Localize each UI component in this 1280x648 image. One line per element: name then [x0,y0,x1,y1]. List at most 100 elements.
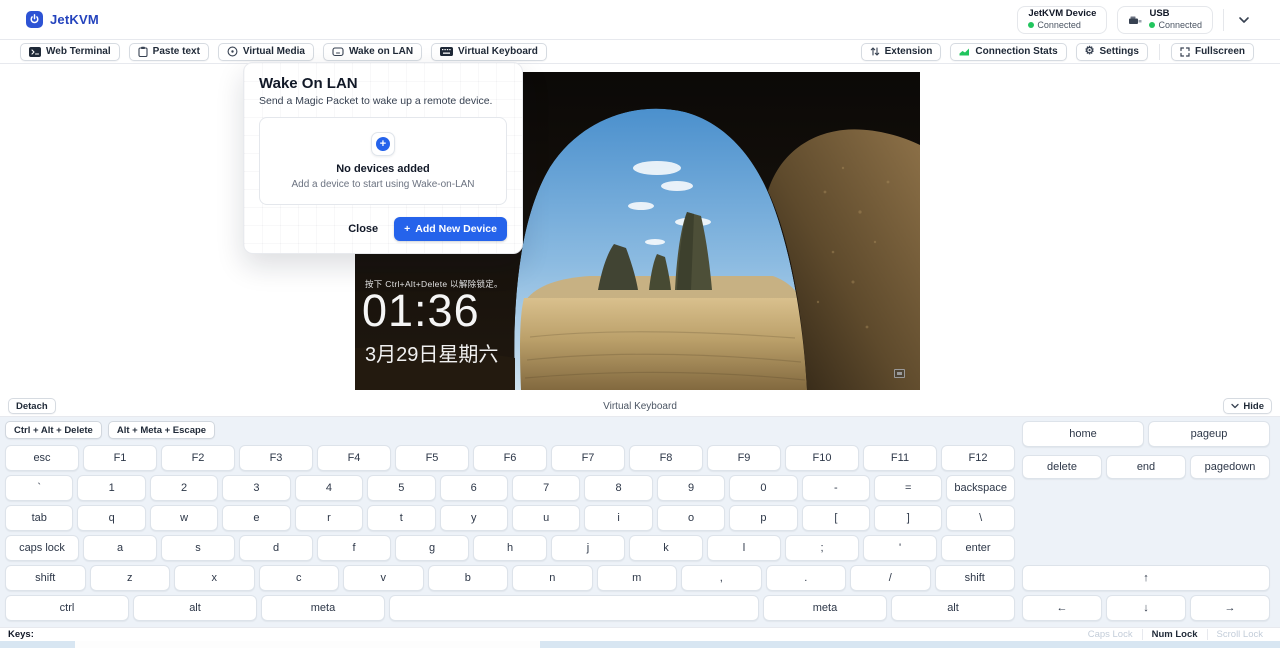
key-pageup[interactable]: pageup [1148,421,1270,447]
key-period[interactable]: . [766,565,847,591]
key-t[interactable]: t [367,505,435,531]
usb-status-card[interactable]: USB Connected [1117,6,1213,34]
wake-on-lan-button[interactable]: Wake on LAN [323,43,422,61]
key-tab[interactable]: tab [5,505,73,531]
key-f11[interactable]: F11 [863,445,937,471]
key-space[interactable] [389,595,759,621]
key-5[interactable]: 5 [367,475,435,501]
key-i[interactable]: i [584,505,652,531]
paste-text-button[interactable]: Paste text [129,43,209,61]
key-arrow-up[interactable]: ↑ [1022,565,1270,591]
key-2[interactable]: 2 [150,475,218,501]
key-backspace[interactable]: backspace [946,475,1014,501]
key-alt[interactable]: alt [891,595,1015,621]
key-u[interactable]: u [512,505,580,531]
key-n[interactable]: n [512,565,593,591]
key-h[interactable]: h [473,535,547,561]
virtual-media-button[interactable]: Virtual Media [218,43,314,61]
key-c[interactable]: c [259,565,340,591]
key-home[interactable]: home [1022,421,1144,447]
key-d[interactable]: d [239,535,313,561]
key-f1[interactable]: F1 [83,445,157,471]
key-arrow-left[interactable]: ← [1022,595,1102,621]
key-shift[interactable]: shift [935,565,1016,591]
key-equals[interactable]: = [874,475,942,501]
key-o[interactable]: o [657,505,725,531]
key-alt[interactable]: alt [133,595,257,621]
key-comma[interactable]: , [681,565,762,591]
key-r[interactable]: r [295,505,363,531]
key-f2[interactable]: F2 [161,445,235,471]
key-caps-lock[interactable]: caps lock [5,535,79,561]
key-f3[interactable]: F3 [239,445,313,471]
key-l[interactable]: l [707,535,781,561]
key-w[interactable]: w [150,505,218,531]
key-f7[interactable]: F7 [551,445,625,471]
key-s[interactable]: s [161,535,235,561]
key-8[interactable]: 8 [584,475,652,501]
key-m[interactable]: m [597,565,678,591]
key-end[interactable]: end [1106,455,1186,479]
key-7[interactable]: 7 [512,475,580,501]
settings-button[interactable]: ⚙ Settings [1076,43,1148,61]
key-f12[interactable]: F12 [941,445,1015,471]
key-pagedown[interactable]: pagedown [1190,455,1270,479]
key-j[interactable]: j [551,535,625,561]
key-0[interactable]: 0 [729,475,797,501]
key-f8[interactable]: F8 [629,445,703,471]
key-f4[interactable]: F4 [317,445,391,471]
shortcut-alt-meta-escape[interactable]: Alt + Meta + Escape [108,421,215,439]
key-e[interactable]: e [222,505,290,531]
key-bracket-close[interactable]: ] [874,505,942,531]
key-shift[interactable]: shift [5,565,86,591]
key-semicolon[interactable]: ; [785,535,859,561]
detach-button[interactable]: Detach [8,398,56,414]
key-f10[interactable]: F10 [785,445,859,471]
key-ctrl[interactable]: ctrl [5,595,129,621]
key-9[interactable]: 9 [657,475,725,501]
key-f[interactable]: f [317,535,391,561]
extension-button[interactable]: Extension [861,43,942,61]
key-f9[interactable]: F9 [707,445,781,471]
key-meta[interactable]: meta [261,595,385,621]
key-y[interactable]: y [440,505,508,531]
key-backslash[interactable]: \ [946,505,1014,531]
key-k[interactable]: k [629,535,703,561]
key-4[interactable]: 4 [295,475,363,501]
key-q[interactable]: q [77,505,145,531]
key-esc[interactable]: esc [5,445,79,471]
close-button[interactable]: Close [348,223,378,235]
key-3[interactable]: 3 [222,475,290,501]
key-a[interactable]: a [83,535,157,561]
key-b[interactable]: b [428,565,509,591]
key-1[interactable]: 1 [77,475,145,501]
key-minus[interactable]: - [802,475,870,501]
add-new-device-button[interactable]: + Add New Device [394,217,507,241]
key-f5[interactable]: F5 [395,445,469,471]
hide-keyboard-button[interactable]: Hide [1223,398,1272,414]
key-meta[interactable]: meta [763,595,887,621]
key-g[interactable]: g [395,535,469,561]
key-slash[interactable]: / [850,565,931,591]
connection-stats-button[interactable]: Connection Stats [950,43,1066,61]
key-6[interactable]: 6 [440,475,508,501]
brand[interactable]: JetKVM [26,11,99,28]
key-arrow-right[interactable]: → [1190,595,1270,621]
device-status-card[interactable]: JetKVM Device Connected [1017,6,1107,34]
shortcut-ctrl-alt-delete[interactable]: Ctrl + Alt + Delete [5,421,102,439]
key-x[interactable]: x [174,565,255,591]
header-menu-chevron-button[interactable] [1234,12,1254,28]
key-p[interactable]: p [729,505,797,531]
key-v[interactable]: v [343,565,424,591]
key-f6[interactable]: F6 [473,445,547,471]
key-z[interactable]: z [90,565,171,591]
fullscreen-button[interactable]: Fullscreen [1171,43,1254,61]
key-enter[interactable]: enter [941,535,1015,561]
key-arrow-down[interactable]: ↓ [1106,595,1186,621]
virtual-keyboard-button[interactable]: Virtual Keyboard [431,43,547,61]
web-terminal-button[interactable]: Web Terminal [20,43,120,61]
key-quote[interactable]: ' [863,535,937,561]
key-delete[interactable]: delete [1022,455,1102,479]
key-bracket-open[interactable]: [ [802,505,870,531]
key-backtick[interactable]: ` [5,475,73,501]
